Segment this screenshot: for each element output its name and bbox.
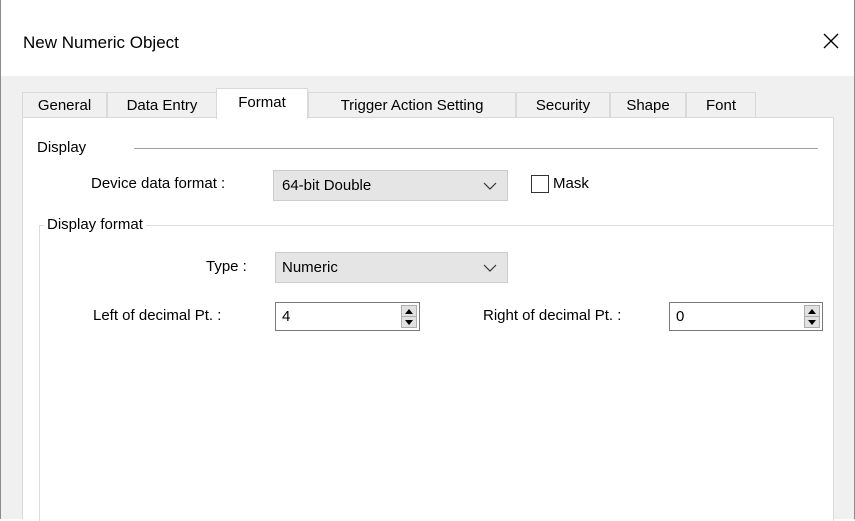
arrow-up-icon bbox=[808, 308, 816, 314]
tab-label: Trigger Action Setting bbox=[340, 97, 484, 114]
type-label: Type : bbox=[206, 258, 247, 275]
right-decimal-decrement-button[interactable] bbox=[805, 317, 819, 327]
tab-font[interactable]: Font bbox=[686, 92, 756, 118]
chevron-down-icon bbox=[483, 182, 497, 190]
tab-label: Format bbox=[238, 94, 286, 111]
chevron-down-icon bbox=[483, 264, 497, 272]
tab-general[interactable]: General bbox=[22, 92, 107, 118]
tab-data-entry[interactable]: Data Entry bbox=[107, 92, 217, 118]
close-button[interactable] bbox=[808, 18, 854, 64]
format-tab-page: Display Device data format : 64-bit Doub… bbox=[22, 117, 834, 521]
window-title: New Numeric Object bbox=[23, 33, 179, 52]
left-decimal-decrement-button[interactable] bbox=[402, 317, 416, 327]
tab-label: Shape bbox=[626, 97, 670, 114]
dialog-body: General Data Entry Format Trigger Action… bbox=[1, 76, 854, 521]
device-data-format-select[interactable]: 64-bit Double bbox=[273, 170, 508, 201]
tab-label: General bbox=[37, 97, 92, 114]
tab-label: Font bbox=[705, 97, 736, 114]
display-section-divider bbox=[134, 148, 818, 149]
mask-checkbox[interactable] bbox=[531, 175, 549, 193]
arrow-down-icon bbox=[808, 319, 816, 325]
display-section-label: Display bbox=[37, 139, 87, 156]
tab-trigger-action-setting[interactable]: Trigger Action Setting bbox=[308, 92, 516, 118]
tab-label: Security bbox=[535, 97, 591, 114]
tab-security[interactable]: Security bbox=[516, 92, 610, 118]
device-data-format-label: Device data format : bbox=[91, 175, 226, 192]
right-decimal-value: 0 bbox=[676, 308, 685, 325]
arrow-down-icon bbox=[405, 319, 413, 325]
right-decimal-increment-button[interactable] bbox=[805, 306, 819, 317]
dialog-window: New Numeric Object General Data Entry Fo… bbox=[0, 0, 855, 521]
left-decimal-increment-button[interactable] bbox=[402, 306, 416, 317]
left-decimal-spin-buttons bbox=[401, 305, 417, 328]
right-decimal-spin-buttons bbox=[804, 305, 820, 328]
right-decimal-spinner[interactable]: 0 bbox=[669, 302, 823, 331]
device-data-format-value: 64-bit Double bbox=[282, 177, 372, 194]
right-decimal-label: Right of decimal Pt. : bbox=[483, 307, 622, 324]
left-decimal-value: 4 bbox=[282, 308, 291, 325]
type-select[interactable]: Numeric bbox=[275, 252, 508, 283]
mask-label: Mask bbox=[553, 175, 589, 192]
title-bar: New Numeric Object bbox=[1, 0, 854, 76]
arrow-up-icon bbox=[405, 308, 413, 314]
display-format-group-label: Display format bbox=[44, 216, 146, 234]
type-value: Numeric bbox=[282, 259, 338, 276]
left-decimal-label: Left of decimal Pt. : bbox=[93, 307, 222, 324]
left-decimal-spinner[interactable]: 4 bbox=[275, 302, 420, 331]
tab-shape[interactable]: Shape bbox=[610, 92, 686, 118]
tab-label: Data Entry bbox=[126, 97, 198, 114]
close-icon bbox=[823, 33, 839, 49]
tab-format[interactable]: Format bbox=[216, 88, 308, 119]
